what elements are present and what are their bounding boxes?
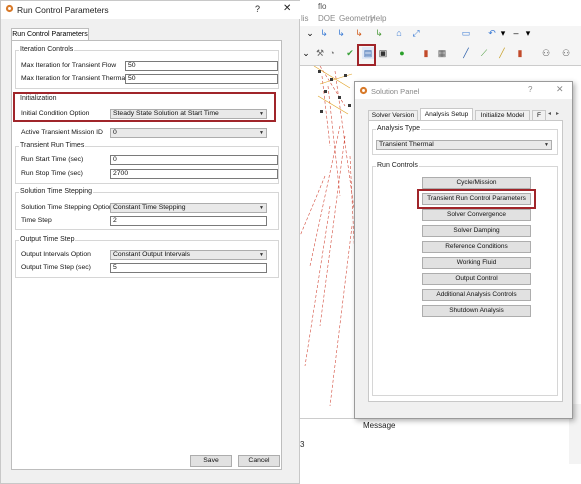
- active-mission-value: 0: [113, 129, 117, 136]
- output-step-label: Output Time Step (sec): [21, 264, 91, 271]
- solution-panel-title: Solution Panel: [371, 87, 420, 96]
- dropdown-arrow-icon[interactable]: ⌄: [304, 27, 316, 39]
- reference-conditions-button[interactable]: Reference Conditions: [422, 241, 531, 253]
- output-intervals-value: Constant Output Intervals: [113, 251, 191, 258]
- line-tool-icon[interactable]: ╱: [460, 47, 472, 59]
- solution-time-stepping-label: Solution Time Stepping: [19, 188, 93, 195]
- curve-tool-icon[interactable]: ╱: [496, 47, 508, 59]
- run-control-parameters-dialog: Run Control Parameters ? ✕ Run Control P…: [0, 0, 301, 484]
- bar-chart-icon[interactable]: ▮: [420, 47, 432, 59]
- working-fluid-button[interactable]: Working Fluid: [422, 257, 531, 269]
- check-icon[interactable]: ✔: [344, 47, 356, 59]
- run-icon[interactable]: ●: [396, 47, 408, 59]
- shutdown-analysis-button[interactable]: Shutdown Analysis: [422, 305, 531, 317]
- axis-icon[interactable]: ↳: [318, 27, 330, 39]
- wand-icon[interactable]: ⚒: [314, 47, 326, 59]
- cancel-button[interactable]: Cancel: [238, 455, 280, 467]
- cluster-icon-1[interactable]: ⚇: [540, 47, 552, 59]
- app-toolbar: ⌄ ↳ ↳ ↳ ↳ ⌂ ⤢ ▭ ↶ ▾ – ▾ ⌄ ⚒ ◔ ✔ ▤ ▣ ● ▮ …: [300, 26, 581, 66]
- notepad-icon[interactable]: ▣: [377, 47, 389, 59]
- max-transient-thermal-field[interactable]: 50: [125, 74, 278, 84]
- output-intervals-label: Output Intervals Option: [21, 251, 91, 258]
- fit-view-icon[interactable]: ⤢: [410, 27, 422, 39]
- analysis-type-label: Analysis Type: [376, 125, 422, 132]
- initialization-highlight: [13, 92, 276, 122]
- iteration-controls-label: Iteration Controls: [19, 46, 75, 53]
- analysis-type-value: Transient Thermal: [379, 141, 434, 148]
- time-stepping-option-select[interactable]: Constant Time Stepping ▼: [110, 203, 267, 213]
- output-time-step-label: Output Time Step: [19, 236, 76, 243]
- run-stop-time-label: Run Stop Time (sec): [21, 170, 83, 177]
- max-transient-flow-field[interactable]: 50: [125, 61, 278, 71]
- axis-x-icon[interactable]: ↳: [335, 27, 347, 39]
- solution-panel-dialog: Solution Panel ? ✕ Solver Version Analys…: [354, 81, 573, 419]
- table-icon[interactable]: ▦: [436, 47, 448, 59]
- axis-y-icon[interactable]: ↳: [353, 27, 365, 39]
- chevron-down-icon: ▼: [544, 142, 549, 148]
- help-icon[interactable]: ?: [255, 4, 260, 14]
- help-icon[interactable]: ?: [528, 85, 532, 94]
- output-step-field[interactable]: 5: [110, 263, 267, 273]
- time-step-field[interactable]: 2: [110, 216, 267, 226]
- cluster-icon-2[interactable]: ⚇: [560, 47, 572, 59]
- message-panel: [300, 418, 581, 484]
- dialog-title: Run Control Parameters: [17, 5, 109, 15]
- active-mission-label: Active Transient Mission ID: [21, 129, 103, 136]
- redo-icon[interactable]: –: [510, 27, 522, 39]
- run-controls-label: Run Controls: [376, 162, 419, 169]
- chevron-down-icon: ▼: [259, 252, 264, 258]
- cycle-mission-button[interactable]: Cycle/Mission: [422, 177, 531, 189]
- message-column-header: Message: [363, 421, 396, 430]
- additional-analysis-controls-button[interactable]: Additional Analysis Controls: [422, 289, 531, 301]
- tab-panel: Iteration Controls Max Iteration for Tra…: [11, 40, 282, 470]
- time-step-label: Time Step: [21, 217, 52, 224]
- time-stepping-option-label: Solution Time Stepping Option: [21, 204, 113, 211]
- time-stepping-option-value: Constant Time Stepping: [113, 204, 186, 211]
- gear-app-icon: [5, 4, 14, 13]
- gear-app-icon: [359, 86, 368, 95]
- chevron-down-icon: ▼: [259, 130, 264, 136]
- solver-convergence-button[interactable]: Solver Convergence: [422, 209, 531, 221]
- save-button[interactable]: Save: [190, 455, 232, 467]
- solution-panel-icon-highlight: [357, 44, 376, 66]
- redo-dropdown-icon[interactable]: ▾: [522, 27, 534, 39]
- menu-item-doe[interactable]: DOE: [318, 14, 335, 23]
- run-start-time-label: Run Start Time (sec): [21, 156, 84, 163]
- tab-scroll-left-icon[interactable]: ◂: [548, 110, 551, 117]
- solver-damping-button[interactable]: Solver Damping: [422, 225, 531, 237]
- undo-dropdown-icon[interactable]: ▾: [497, 27, 509, 39]
- monitor-icon[interactable]: ▭: [460, 27, 472, 39]
- palette-icon[interactable]: ◔: [326, 47, 338, 59]
- transient-run-times-label: Transient Run Times: [19, 142, 86, 149]
- message-row-number: 3: [300, 440, 305, 449]
- cylinder-icon[interactable]: ▮: [514, 47, 526, 59]
- close-icon[interactable]: ✕: [283, 3, 291, 14]
- analysis-setup-panel: Analysis Type Transient Thermal ▼ Run Co…: [368, 120, 563, 402]
- transient-run-control-highlight: [417, 189, 536, 209]
- tab-scroll-right-icon[interactable]: ▸: [556, 110, 559, 117]
- chevron-down-icon: ▼: [259, 205, 264, 211]
- axis-z-icon[interactable]: ↳: [373, 27, 385, 39]
- run-stop-time-field[interactable]: 2700: [110, 169, 278, 179]
- app-titlebar: [300, 0, 581, 12]
- menu-item-geometry[interactable]: Geometry: [339, 14, 374, 23]
- max-transient-flow-label: Max Iteration for Transient Flow: [21, 62, 117, 69]
- close-icon[interactable]: ✕: [556, 84, 564, 95]
- active-mission-select[interactable]: 0 ▼: [110, 128, 267, 138]
- isometric-view-icon[interactable]: ⌂: [393, 27, 405, 39]
- run-start-time-field[interactable]: 0: [110, 155, 278, 165]
- output-intervals-select[interactable]: Constant Output Intervals ▼: [110, 250, 267, 260]
- app-title: flo: [318, 2, 327, 11]
- menu-item-help[interactable]: Help: [370, 14, 386, 23]
- output-control-button[interactable]: Output Control: [422, 273, 531, 285]
- analysis-type-select[interactable]: Transient Thermal ▼: [376, 140, 552, 150]
- menu-item-analysis[interactable]: lis: [301, 14, 309, 23]
- max-transient-thermal-label: Max Iteration for Transient Thermal: [21, 75, 127, 82]
- combo-arrow-icon[interactable]: ⌄: [300, 47, 312, 59]
- element-tool-icon[interactable]: ⟋: [478, 47, 490, 59]
